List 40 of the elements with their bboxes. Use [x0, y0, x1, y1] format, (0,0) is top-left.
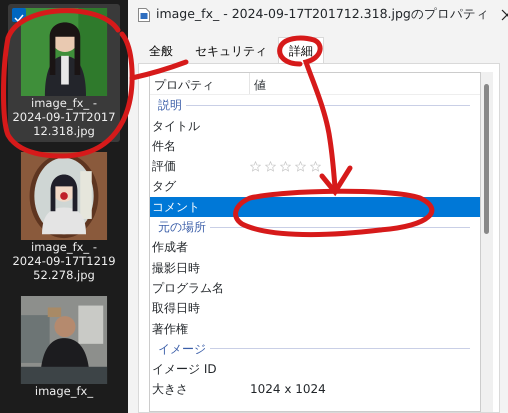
- property-row[interactable]: 件名: [150, 136, 480, 156]
- property-row[interactable]: コメント: [150, 196, 480, 217]
- ink-arrowhead: [320, 166, 352, 196]
- window-title: image_fx_ - 2024-09-17T201712.318.jpgのプロパティ: [156, 5, 489, 24]
- property-row[interactable]: 評価: [150, 156, 480, 176]
- property-row[interactable]: 作成者: [150, 237, 480, 258]
- star-icon: [280, 160, 291, 172]
- thumbnail-tile[interactable]: image_fx_: [8, 292, 120, 402]
- thumbnail-tile[interactable]: image_fx_ - 2024-09-17T1219 52.278.jpg: [8, 148, 120, 286]
- file-name: image_fx_ -: [30, 96, 98, 110]
- tab[interactable]: 全般: [138, 37, 184, 64]
- star-icon: [250, 160, 261, 172]
- file-name: image_fx_ -: [30, 240, 98, 254]
- file-name: 52.278.jpg: [32, 268, 96, 282]
- property-row[interactable]: 撮影日時: [150, 258, 480, 278]
- image-file-icon: [138, 8, 150, 22]
- file-name: 2024-09-17T1219: [11, 254, 117, 268]
- scrollbar[interactable]: [481, 72, 493, 412]
- star-icon: [265, 160, 276, 172]
- property-row[interactable]: 著作権: [150, 318, 480, 339]
- column-header[interactable]: プロパティ: [150, 73, 250, 94]
- section-heading: 元の場所: [158, 219, 206, 236]
- file-name: 12.318.jpg: [32, 124, 96, 138]
- star-icon: [295, 160, 306, 172]
- tab[interactable]: セキュリティ: [184, 37, 278, 64]
- property-row[interactable]: 大きさ 1024 x 1024: [150, 379, 480, 400]
- section-heading: 説明: [158, 97, 182, 114]
- ink-stroke: [130, 60, 188, 80]
- property-row[interactable]: 取得日時: [150, 298, 480, 318]
- property-row[interactable]: プログラム名: [150, 278, 480, 298]
- file-name: 2024-09-17T2017: [11, 110, 117, 124]
- star-rating[interactable]: [250, 160, 321, 172]
- section-heading: イメージ: [158, 340, 206, 358]
- thumbnail-tile[interactable]: image_fx_ - 2024-09-17T2017 12.318.jpg: [8, 4, 120, 142]
- property-row[interactable]: イメージ ID: [150, 358, 480, 380]
- property-row[interactable]: タイトル: [150, 115, 480, 136]
- file-name: image_fx_: [34, 384, 94, 398]
- star-icon: [310, 160, 321, 172]
- column-header[interactable]: 値: [250, 73, 480, 94]
- property-row[interactable]: タグ: [150, 176, 480, 197]
